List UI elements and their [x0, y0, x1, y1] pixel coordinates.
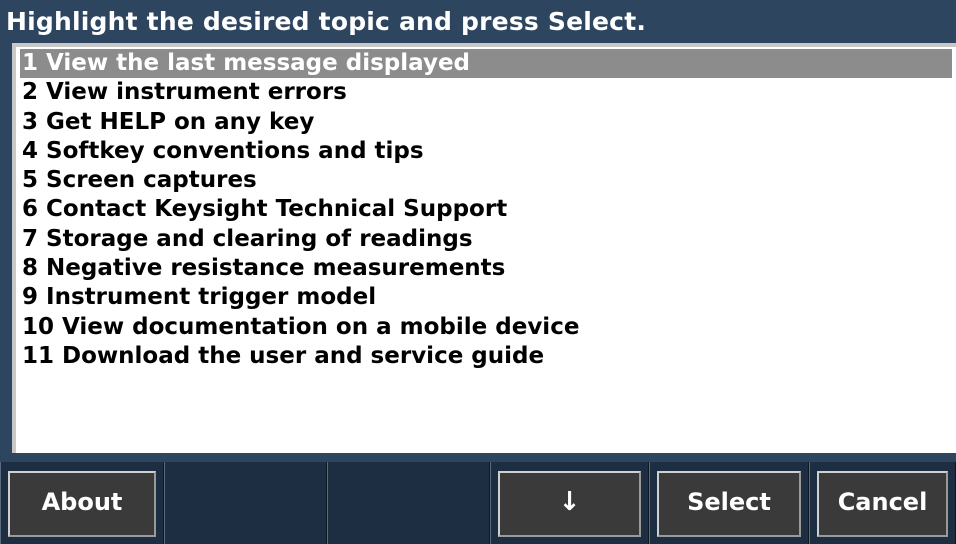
empty-softkey-2[interactable] [164, 462, 327, 544]
list-item[interactable]: 6 Contact Keysight Technical Support [20, 195, 956, 224]
page-title: Highlight the desired topic and press Se… [6, 7, 647, 36]
empty-softkey-face [172, 471, 319, 537]
list-item[interactable]: 5 Screen captures [20, 166, 956, 195]
help-screen: Highlight the desired topic and press Se… [0, 0, 956, 544]
scroll-down-softkey[interactable]: ↓ [490, 462, 649, 544]
cancel-button[interactable]: Cancel [817, 471, 948, 537]
empty-softkey-3[interactable] [327, 462, 490, 544]
list-item[interactable]: 9 Instrument trigger model [20, 283, 956, 312]
select-softkey[interactable]: Select [649, 462, 809, 544]
topic-list: 1 View the last message displayed 2 View… [20, 49, 956, 371]
list-item[interactable]: 1 View the last message displayed [20, 49, 952, 79]
list-item[interactable]: 3 Get HELP on any key [20, 108, 956, 137]
select-button[interactable]: Select [657, 471, 801, 537]
cancel-softkey[interactable]: Cancel [809, 462, 956, 544]
help-topic-list[interactable]: 1 View the last message displayed 2 View… [12, 43, 956, 453]
list-item[interactable]: 7 Storage and clearing of readings [20, 225, 956, 254]
about-softkey[interactable]: About [0, 462, 164, 544]
softkey-bar: About ↓ Select Cancel [0, 462, 956, 544]
list-item[interactable]: 2 View instrument errors [20, 78, 956, 107]
arrow-down-icon: ↓ [558, 487, 581, 517]
scroll-down-button[interactable]: ↓ [498, 471, 641, 537]
empty-softkey-face [335, 471, 482, 537]
list-item[interactable]: 10 View documentation on a mobile device [20, 313, 956, 342]
about-button[interactable]: About [8, 471, 156, 537]
list-item[interactable]: 8 Negative resistance measurements [20, 254, 956, 283]
list-item[interactable]: 11 Download the user and service guide [20, 342, 956, 371]
list-item[interactable]: 4 Softkey conventions and tips [20, 137, 956, 166]
